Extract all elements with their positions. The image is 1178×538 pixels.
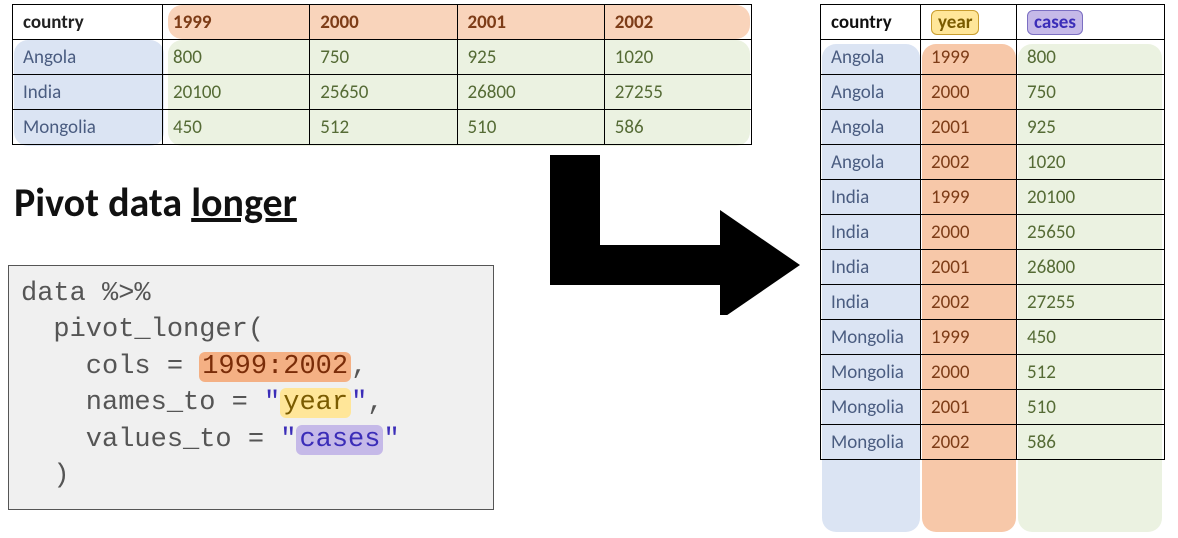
code-token: " [280,425,296,455]
wide-header-country: country [13,5,163,40]
table-row: Angola20021020 [821,145,1165,180]
cell-cases: 925 [1017,110,1165,145]
page-title: Pivot data longer [14,178,297,227]
cell-country: Mongolia [821,390,921,425]
code-token: data [21,279,102,309]
table-row: India200025650 [821,215,1165,250]
cell-year: 2001 [921,390,1017,425]
cell-year: 1999 [921,180,1017,215]
long-header-cases: cases [1017,5,1165,40]
cell-year: 1999 [921,40,1017,75]
cell-country: India [821,215,921,250]
cell-value: 450 [163,110,310,145]
table-row: Mongolia2002586 [821,425,1165,460]
wide-header-year: 1999 [163,5,310,40]
code-token: names_to = [21,388,264,418]
arrow-icon [530,155,805,315]
cell-year: 2000 [921,355,1017,390]
table-row: Mongolia 450 512 510 586 [13,110,752,145]
table-row: Mongolia2000512 [821,355,1165,390]
highlight-names-to: year [280,388,351,418]
cell-value: 27255 [604,75,751,110]
cell-cases: 1020 [1017,145,1165,180]
code-token: %>% [102,279,151,309]
highlight-cols: 1999:2002 [199,352,351,382]
cell-country: Mongolia [13,110,163,145]
cell-value: 1020 [604,40,751,75]
long-header-year: year [921,5,1017,40]
cell-cases: 512 [1017,355,1165,390]
wide-header-year: 2001 [457,5,604,40]
cell-country: Mongolia [821,320,921,355]
code-token: " [383,425,399,455]
code-token: , [367,388,383,418]
cell-country: Mongolia [821,355,921,390]
cell-cases: 510 [1017,390,1165,425]
cell-year: 2001 [921,250,1017,285]
highlight-values-to: cases [296,425,383,455]
long-header-country: country [821,5,921,40]
cell-country: Angola [13,40,163,75]
wide-header-year: 2002 [604,5,751,40]
cell-country: Angola [821,145,921,180]
cell-year: 2002 [921,145,1017,180]
table-row: India199920100 [821,180,1165,215]
table-row: India 20100 25650 26800 27255 [13,75,752,110]
cell-cases: 26800 [1017,250,1165,285]
long-table: country year cases Angola1999800Angola20… [820,4,1165,460]
cell-value: 586 [604,110,751,145]
cell-year: 2002 [921,425,1017,460]
code-token: values_to = [21,425,280,455]
cell-value: 800 [163,40,310,75]
code-token: " [351,388,367,418]
title-text: Pivot data [14,178,191,227]
cell-value: 512 [310,110,457,145]
wide-table: country 1999 2000 2001 2002 Angola 800 7… [12,4,752,145]
cell-cases: 750 [1017,75,1165,110]
chip-cases: cases [1027,10,1083,35]
cell-country: India [821,180,921,215]
cell-country: Angola [821,40,921,75]
code-token: " [264,388,280,418]
cell-country: Mongolia [821,425,921,460]
code-token: , [351,352,367,382]
table-row: Angola2001925 [821,110,1165,145]
title-underlined: longer [191,178,297,227]
cell-cases: 20100 [1017,180,1165,215]
cell-country: India [13,75,163,110]
cell-value: 750 [310,40,457,75]
code-token: pivot_longer( [21,315,264,345]
code-block: data %>% pivot_longer( cols = 1999:2002,… [8,265,494,510]
cell-country: Angola [821,75,921,110]
table-row: Angola 800 750 925 1020 [13,40,752,75]
cell-year: 1999 [921,320,1017,355]
wide-header-year: 2000 [310,5,457,40]
cell-value: 20100 [163,75,310,110]
code-token: cols = [21,352,199,382]
cell-cases: 450 [1017,320,1165,355]
table-row: India200227255 [821,285,1165,320]
cell-cases: 25650 [1017,215,1165,250]
code-token: ) [21,461,70,491]
cell-country: India [821,250,921,285]
cell-value: 25650 [310,75,457,110]
cell-country: India [821,285,921,320]
cell-value: 925 [457,40,604,75]
cell-year: 2002 [921,285,1017,320]
table-row: India200126800 [821,250,1165,285]
chip-year: year [931,10,979,35]
cell-year: 2000 [921,75,1017,110]
cell-cases: 586 [1017,425,1165,460]
cell-cases: 800 [1017,40,1165,75]
cell-year: 2001 [921,110,1017,145]
cell-value: 26800 [457,75,604,110]
table-row: Mongolia1999450 [821,320,1165,355]
cell-cases: 27255 [1017,285,1165,320]
table-row: Mongolia2001510 [821,390,1165,425]
cell-year: 2000 [921,215,1017,250]
cell-value: 510 [457,110,604,145]
cell-country: Angola [821,110,921,145]
table-row: Angola1999800 [821,40,1165,75]
table-row: Angola2000750 [821,75,1165,110]
